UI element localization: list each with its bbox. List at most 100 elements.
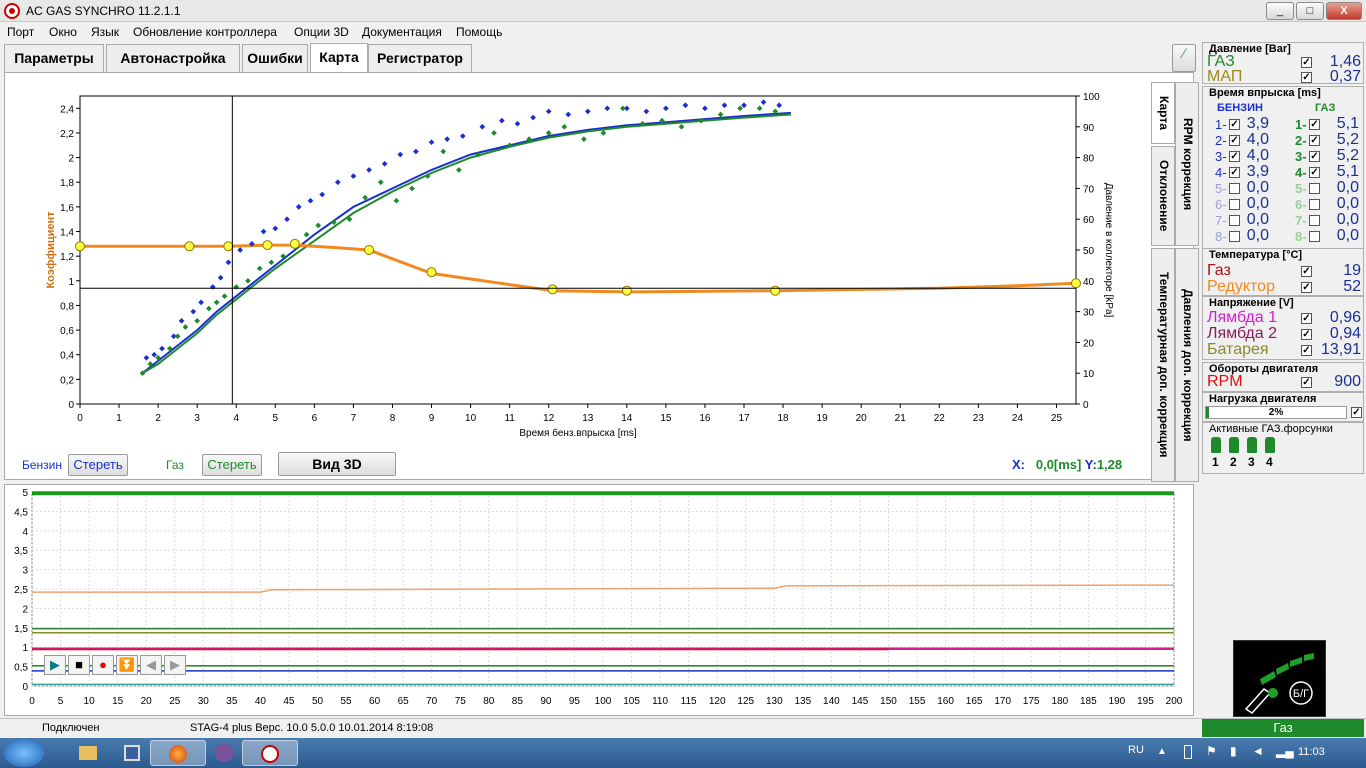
tray-arrow-icon[interactable]: ▲ bbox=[1157, 746, 1167, 757]
y-tick-label: 2,2 bbox=[60, 129, 74, 140]
reducer-temp-checkbox[interactable]: ✓ bbox=[1301, 282, 1312, 293]
gas-injector-checkbox[interactable] bbox=[1309, 215, 1320, 226]
y2-tick-label: 20 bbox=[1083, 338, 1095, 349]
map-pressure-checkbox[interactable]: ✓ bbox=[1301, 72, 1312, 83]
acgas-taskbar-icon[interactable] bbox=[242, 740, 298, 766]
pin-button[interactable]: ⁄ bbox=[1172, 44, 1196, 72]
gas-injector-checkbox[interactable] bbox=[1309, 199, 1320, 210]
x-tick-label: 18 bbox=[777, 413, 789, 424]
coef-marker bbox=[364, 245, 375, 255]
maximize-button[interactable]: □ bbox=[1296, 2, 1324, 20]
tab-autotune[interactable]: Автонастройка bbox=[106, 44, 240, 72]
gas-injector-label: 1 bbox=[1212, 455, 1219, 469]
petrol-injector-checkbox[interactable]: ✓ bbox=[1229, 135, 1240, 146]
rpm-box: Обороты двигателя RPM ✓ 900 bbox=[1202, 362, 1364, 392]
x-tick-label: 30 bbox=[198, 696, 210, 707]
load-checkbox[interactable]: ✓ bbox=[1351, 407, 1362, 418]
gas-injector-checkbox[interactable]: ✓ bbox=[1309, 119, 1320, 130]
menu-documentation[interactable]: Документация bbox=[362, 25, 442, 39]
marker-button[interactable]: ⏬ bbox=[116, 655, 138, 675]
menu-controller-update[interactable]: Обновление контроллера bbox=[133, 25, 277, 39]
menu-language[interactable]: Язык bbox=[91, 25, 119, 39]
y-tick-label: 2 bbox=[68, 154, 74, 165]
petrol-injection-value: 0,0 bbox=[1246, 227, 1269, 244]
next-button[interactable]: ▶ bbox=[164, 655, 186, 675]
petrol-injector-checkbox[interactable] bbox=[1229, 183, 1240, 194]
y2-tick-label: 70 bbox=[1083, 184, 1095, 195]
signal-icon[interactable]: ▂▄ bbox=[1276, 744, 1294, 758]
gas-temp-checkbox[interactable]: ✓ bbox=[1301, 266, 1312, 277]
vtab-pressure-correction[interactable]: Давления доп. коррекция bbox=[1175, 248, 1199, 482]
app-icon bbox=[4, 3, 20, 19]
battery-icon[interactable] bbox=[1184, 745, 1192, 759]
menu-window[interactable]: Окно bbox=[49, 25, 77, 39]
gas-injector-checkbox[interactable]: ✓ bbox=[1309, 167, 1320, 178]
x-tick-label: 155 bbox=[909, 696, 926, 707]
language-indicator[interactable]: RU bbox=[1128, 744, 1144, 756]
flag-icon[interactable]: ⚑ bbox=[1206, 744, 1217, 758]
gas-injector-number: 2- bbox=[1295, 133, 1307, 148]
battery-checkbox[interactable]: ✓ bbox=[1301, 345, 1312, 356]
x-tick-label: 7 bbox=[351, 413, 357, 424]
petrol-injector-checkbox[interactable]: ✓ bbox=[1229, 151, 1240, 162]
load-box: Нагрузка двигателя 2% ✓ bbox=[1202, 392, 1364, 422]
tab-parameters[interactable]: Параметры bbox=[4, 44, 104, 72]
petrol-injector-checkbox[interactable]: ✓ bbox=[1229, 167, 1240, 178]
injectors-header: Активные ГАЗ.форсунки bbox=[1209, 423, 1333, 435]
vtab-rpm-correction[interactable]: RPM коррекция bbox=[1175, 82, 1199, 246]
lambda1-checkbox[interactable]: ✓ bbox=[1301, 313, 1312, 324]
tab-errors[interactable]: Ошибки bbox=[242, 44, 308, 72]
coef-marker bbox=[262, 240, 273, 251]
petrol-injector-checkbox[interactable]: ✓ bbox=[1229, 119, 1240, 130]
petrol-injector-checkbox[interactable] bbox=[1229, 231, 1240, 242]
petrol-clear-button[interactable]: Стереть bbox=[68, 454, 128, 476]
petrol-injector-checkbox[interactable] bbox=[1229, 215, 1240, 226]
view-3d-button[interactable]: Вид 3D bbox=[278, 452, 396, 476]
gas-injector-checkbox[interactable]: ✓ bbox=[1309, 151, 1320, 162]
prev-button[interactable]: ◀ bbox=[140, 655, 162, 675]
vtab-deviation[interactable]: Отклонение bbox=[1151, 146, 1175, 246]
load-header: Нагрузка двигателя bbox=[1209, 393, 1317, 405]
gas-injector-label: 3 bbox=[1248, 455, 1255, 469]
vtab-map[interactable]: Карта bbox=[1151, 82, 1175, 144]
x-tick-label: 150 bbox=[880, 696, 897, 707]
rpm-checkbox[interactable]: ✓ bbox=[1301, 377, 1312, 388]
x-tick-label: 11 bbox=[504, 413, 515, 424]
menu-help[interactable]: Помощь bbox=[456, 25, 502, 39]
x-tick-label: 90 bbox=[540, 696, 552, 707]
volume-icon[interactable]: ◄ bbox=[1252, 744, 1264, 758]
minimize-button[interactable]: _ bbox=[1266, 2, 1294, 20]
petrol-injector-checkbox[interactable] bbox=[1229, 199, 1240, 210]
gas-pressure-checkbox[interactable]: ✓ bbox=[1301, 57, 1312, 68]
voltage-header: Напряжение [V] bbox=[1209, 297, 1294, 309]
close-button[interactable]: X bbox=[1326, 2, 1362, 20]
play-button[interactable]: ▶ bbox=[44, 655, 66, 675]
start-button[interactable] bbox=[4, 739, 44, 767]
gas-clear-button[interactable]: Стереть bbox=[202, 454, 262, 476]
gas-injector-number: 3- bbox=[1295, 149, 1307, 164]
vtab-temperature-correction[interactable]: Температурная доп. коррекция bbox=[1151, 248, 1175, 482]
menu-port[interactable]: Порт bbox=[7, 25, 34, 39]
map-chart[interactable]: 0 1 2 3 4 5 6 7 8 9 10 11 12 13 14 15 16 17 18 19 20 21 22 23 24… bbox=[4, 72, 1150, 480]
petrol-injector-number: 8- bbox=[1215, 229, 1227, 244]
x-tick-label: 21 bbox=[895, 413, 907, 424]
coef-marker bbox=[770, 285, 781, 296]
network-icon[interactable]: ▮ bbox=[1230, 744, 1237, 758]
record-button[interactable]: ● bbox=[92, 655, 114, 675]
tab-recorder[interactable]: Регистратор bbox=[368, 44, 472, 72]
gas-injector-checkbox[interactable] bbox=[1309, 231, 1320, 242]
clock[interactable]: 11:03 bbox=[1298, 746, 1325, 758]
load-value: 2% bbox=[1268, 407, 1284, 418]
gas-title: ГАЗ bbox=[1315, 102, 1336, 114]
menu-3d-options[interactable]: Опции 3D bbox=[294, 25, 349, 39]
petrol-injector-number: 6- bbox=[1215, 197, 1227, 212]
y-tick-label: 1,2 bbox=[60, 252, 74, 263]
x-tick-label: 15 bbox=[112, 696, 124, 707]
lambda2-checkbox[interactable]: ✓ bbox=[1301, 329, 1312, 340]
stop-button[interactable]: ■ bbox=[68, 655, 90, 675]
gas-injector-checkbox[interactable]: ✓ bbox=[1309, 135, 1320, 146]
gas-injector-checkbox[interactable] bbox=[1309, 183, 1320, 194]
coef-marker bbox=[547, 284, 558, 295]
x-tick-label: 16 bbox=[699, 413, 711, 424]
tab-map[interactable]: Карта bbox=[310, 43, 368, 73]
